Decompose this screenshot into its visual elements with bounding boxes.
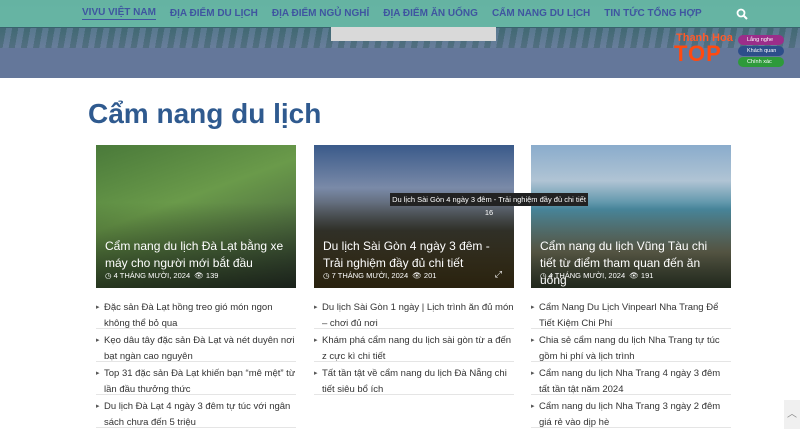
list-item[interactable]: Tất tần tật về cẩm nang du lịch Đà Nẵng …	[314, 362, 514, 395]
card-meta: ◷ 7 THÁNG MƯỜI, 2024 👁 201	[323, 271, 437, 280]
scroll-to-top-button[interactable]: ︿	[784, 400, 800, 429]
article-list: Đặc sản Đà Lạt hồng treo gió món ngon kh…	[96, 296, 296, 428]
card-title[interactable]: Du lịch Sài Gòn 4 ngày 3 đêm - Trải nghi…	[323, 238, 506, 272]
article-card[interactable]: Cẩm nang du lịch Vũng Tàu chi tiết từ đi…	[531, 145, 731, 288]
thanhhoa-top-logo[interactable]: Thanh Hoa TOP Lắng nghe Khách quan Chính…	[672, 32, 787, 70]
card-views: 139	[205, 271, 219, 280]
card-date: 4 THÁNG MƯỜI, 2024	[113, 271, 191, 280]
list-item[interactable]: Cẩm Nang Du Lịch Vinpearl Nha Trang Để T…	[531, 296, 731, 329]
card-meta: ◷ 4 THÁNG MƯỜI, 2024 👁 191	[540, 271, 654, 280]
nav-dia-diem-an-uong[interactable]: ĐỊA ĐIỂM ĂN UỐNG	[383, 8, 478, 19]
tooltip: Du lịch Sài Gòn 4 ngày 3 đêm - Trải nghi…	[390, 193, 588, 217]
badge-khach-quan: Khách quan	[738, 46, 784, 56]
nav-vivu-viet-nam[interactable]: VIVU VIỆT NAM	[82, 7, 156, 20]
card-title[interactable]: Cẩm nang du lịch Vũng Tàu chi tiết từ đi…	[540, 238, 723, 288]
list-item[interactable]: Du lịch Sài Gòn 1 ngày | Lịch trình ăn đ…	[314, 296, 514, 329]
card-meta: ◷ 4 THÁNG MƯỜI, 2024 👁 139	[105, 271, 219, 280]
card-title[interactable]: Cẩm nang du lịch Đà Lạt bằng xe máy cho …	[105, 238, 288, 272]
nav-dia-diem-ngu-nghi[interactable]: ĐỊA ĐIỂM NGỦ NGHỈ	[272, 8, 369, 19]
card-date: 4 THÁNG MƯỜI, 2024	[548, 271, 626, 280]
chevron-up-icon: ︿	[787, 409, 797, 420]
list-item[interactable]: Đặc sản Đà Lạt hồng treo gió món ngon kh…	[96, 296, 296, 329]
list-item[interactable]: Du lịch Đà Lạt 4 ngày 3 đêm tự túc với n…	[96, 395, 296, 428]
list-item[interactable]: Cẩm nang du lịch Nha Trang 4 ngày 3 đêm …	[531, 362, 731, 395]
card-views: 191	[640, 271, 654, 280]
main-nav: VIVU VIỆT NAM ĐỊA ĐIỂM DU LỊCH ĐỊA ĐIỂM …	[0, 0, 800, 27]
list-item[interactable]: Cẩm nang du lịch Nha Trang 3 ngày 2 đêm …	[531, 395, 731, 428]
list-item[interactable]: Top 31 đặc sản Đà Lạt khiến bạn “mê mệt”…	[96, 362, 296, 395]
nav-dia-diem-du-lich[interactable]: ĐỊA ĐIỂM DU LỊCH	[170, 8, 258, 19]
nav-tin-tuc-tong-hop[interactable]: TIN TỨC TỔNG HỢP	[604, 8, 701, 19]
list-item[interactable]: Chia sẻ cẩm nang du lịch Nha Trang tự tú…	[531, 329, 731, 362]
card-views: 201	[423, 271, 437, 280]
article-list: Du lịch Sài Gòn 1 ngày | Lịch trình ăn đ…	[314, 296, 514, 395]
badge-lang-nghe: Lắng nghe	[738, 35, 784, 45]
page-title: Cẩm nang du lịch	[88, 98, 322, 129]
banner-box	[331, 27, 496, 41]
search-icon[interactable]	[736, 8, 748, 20]
logo-line2: TOP	[674, 41, 722, 66]
article-list: Cẩm Nang Du Lịch Vinpearl Nha Trang Để T…	[531, 296, 731, 428]
card-date: 7 THÁNG MƯỜI, 2024	[331, 271, 409, 280]
badge-chinh-xac: Chính xác	[738, 57, 784, 67]
article-card[interactable]: Cẩm nang du lịch Đà Lạt bằng xe máy cho …	[96, 145, 296, 288]
expand-icon[interactable]: ⤢	[495, 269, 502, 280]
nav-cam-nang-du-lich[interactable]: CẨM NANG DU LỊCH	[492, 8, 590, 19]
list-item[interactable]: Khám phá cẩm nang du lịch sài gòn từ a đ…	[314, 329, 514, 362]
list-item[interactable]: Kẹo dâu tây đặc sản Đà Lạt và nét duyên …	[96, 329, 296, 362]
